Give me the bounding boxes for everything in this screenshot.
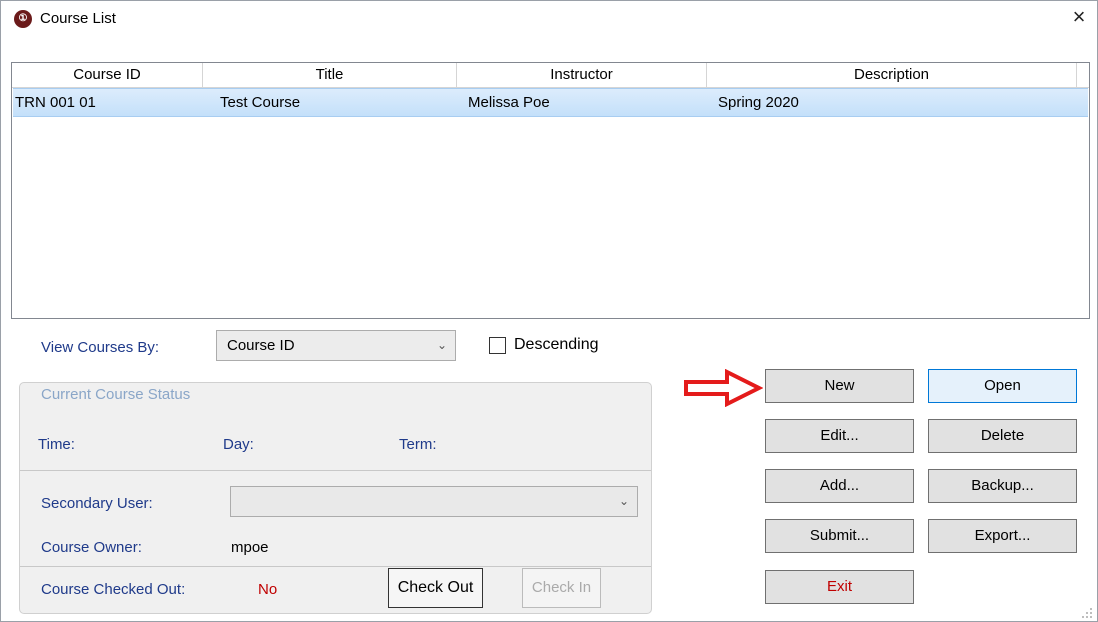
check-out-button[interactable]: Check Out <box>388 568 483 608</box>
column-header-description[interactable]: Description <box>707 63 1077 87</box>
delete-button[interactable]: Delete <box>928 419 1077 453</box>
new-button[interactable]: New <box>765 369 914 403</box>
check-in-button[interactable]: Check In <box>522 568 601 608</box>
resize-grip-icon[interactable] <box>1079 605 1093 619</box>
list-header: Course ID Title Instructor Description <box>12 63 1089 88</box>
close-icon: × <box>1072 4 1086 29</box>
export-button[interactable]: Export... <box>928 519 1077 553</box>
view-courses-by-value: Course ID <box>227 337 295 354</box>
backup-button[interactable]: Backup... <box>928 469 1077 503</box>
chevron-down-icon: ⌄ <box>436 338 447 352</box>
view-courses-by-select[interactable]: Course ID ⌄ <box>216 330 456 361</box>
course-list-view[interactable]: Course ID Title Instructor Description T… <box>11 62 1090 319</box>
course-owner-label: Course Owner: <box>41 539 142 556</box>
view-courses-by-label: View Courses By: <box>41 339 160 356</box>
exit-button[interactable]: Exit <box>765 570 914 604</box>
status-divider <box>20 470 651 471</box>
cell-course-id: TRN 001 01 <box>15 94 96 111</box>
course-list-window: ① Course List × Course ID Title Instruct… <box>0 0 1098 622</box>
cell-instructor: Melissa Poe <box>468 94 550 111</box>
descending-label[interactable]: Descending <box>514 336 599 354</box>
checked-out-value: No <box>258 581 278 598</box>
day-label: Day: <box>223 436 254 453</box>
chevron-down-icon: ⌄ <box>618 494 629 508</box>
edit-button[interactable]: Edit... <box>765 419 914 453</box>
submit-button[interactable]: Submit... <box>765 519 914 553</box>
descending-checkbox[interactable] <box>489 337 506 354</box>
column-header-course-id[interactable]: Course ID <box>12 63 203 87</box>
time-label: Time: <box>38 436 75 453</box>
owner-divider <box>20 566 651 567</box>
current-course-status-legend: Current Course Status <box>41 386 191 403</box>
window-title: Course List <box>40 10 116 27</box>
arrow-right-icon <box>684 369 763 407</box>
cell-description: Spring 2020 <box>718 94 799 111</box>
course-checked-out-label: Course Checked Out: <box>41 581 186 598</box>
open-button[interactable]: Open <box>928 369 1077 403</box>
column-header-instructor[interactable]: Instructor <box>457 63 707 87</box>
title-bar[interactable]: ① Course List × <box>1 1 1097 35</box>
secondary-user-select[interactable]: ⌄ <box>230 486 638 517</box>
table-row[interactable]: TRN 001 01 Test Course Melissa Poe Sprin… <box>13 88 1088 117</box>
term-label: Term: <box>399 436 437 453</box>
column-header-title[interactable]: Title <box>203 63 457 87</box>
close-button[interactable]: × <box>1061 1 1097 35</box>
course-owner-value: mpoe <box>231 539 269 556</box>
add-button[interactable]: Add... <box>765 469 914 503</box>
app-logo-icon: ① <box>14 10 32 28</box>
cell-title: Test Course <box>220 94 301 111</box>
secondary-user-label: Secondary User: <box>41 495 153 512</box>
